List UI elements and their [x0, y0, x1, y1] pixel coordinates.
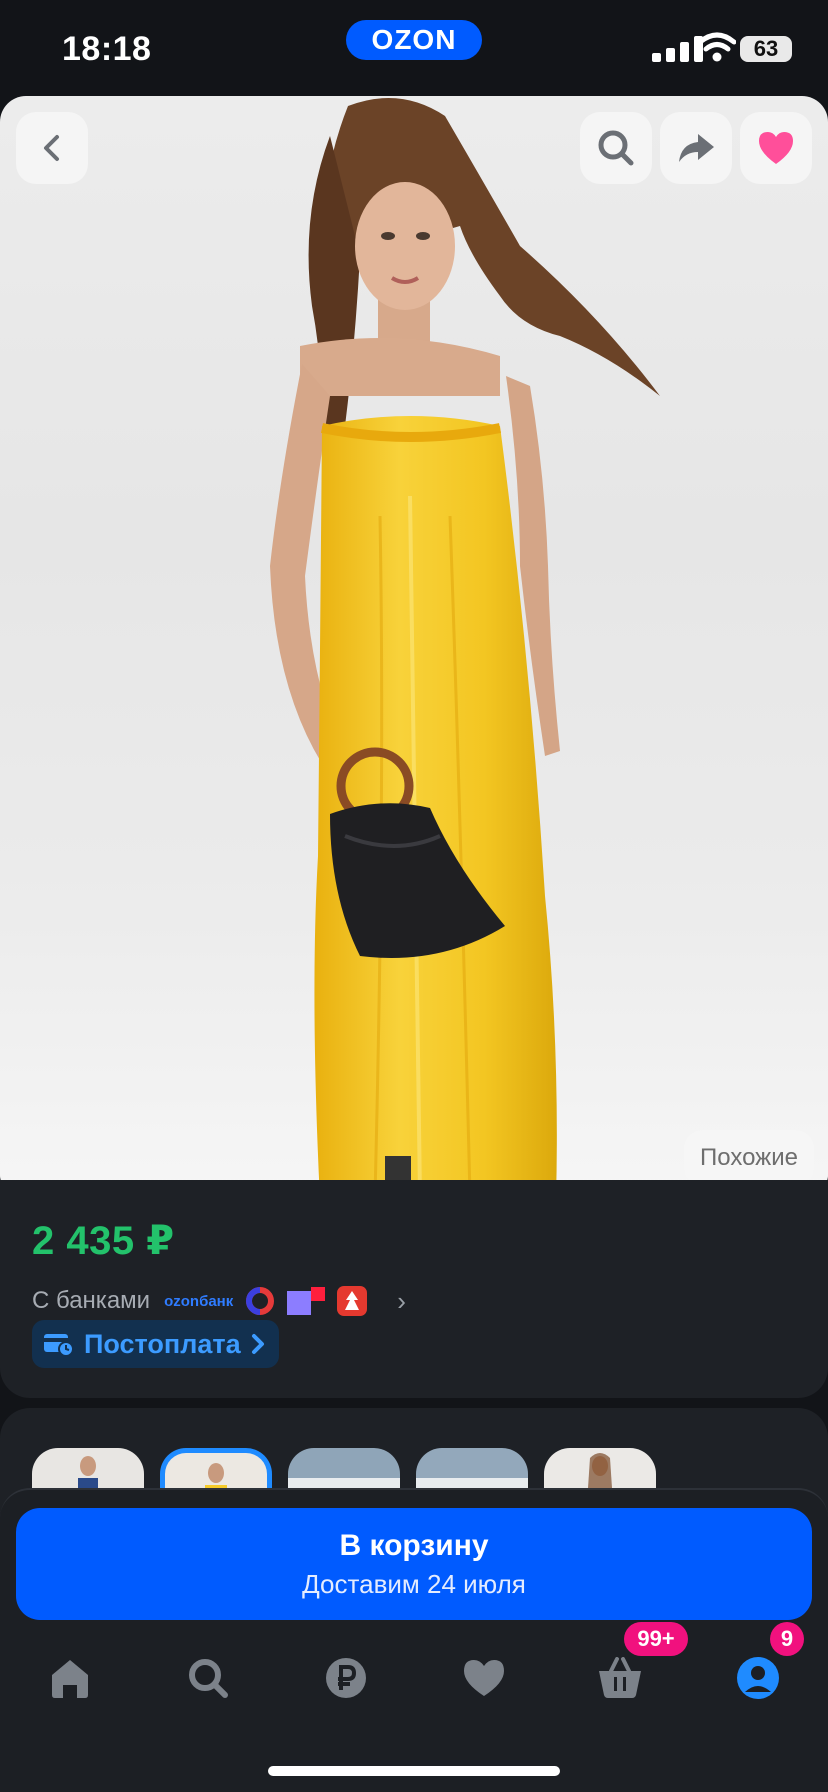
tab-profile[interactable]: 9: [708, 1622, 808, 1718]
price: 2 435 ₽: [32, 1219, 175, 1263]
postpay-label: Постоплата: [84, 1328, 241, 1359]
add-to-cart-button[interactable]: В корзину Доставим 24 июля: [16, 1508, 812, 1620]
heart-icon: [464, 1660, 504, 1696]
back-button[interactable]: [16, 112, 88, 184]
status-time: 18:18: [62, 30, 152, 68]
battery-icon: 63: [740, 36, 792, 62]
status-bar: 18:18 OZON 63: [0, 0, 828, 96]
basket-icon: [599, 1657, 641, 1698]
ozon-logo: OZON: [346, 20, 482, 60]
profile-badge: 9: [770, 1622, 804, 1656]
postpay-button[interactable]: Постоплата: [32, 1320, 279, 1368]
back-icon: [44, 135, 59, 161]
ozon-bank-logo: ozon банк: [164, 1294, 233, 1309]
bottom-panel: В корзину Доставим 24 июля 99+ 9: [0, 1488, 828, 1792]
tab-finance[interactable]: [296, 1638, 396, 1718]
bank-offers-row[interactable]: С банками ozon банк ›: [32, 1284, 406, 1318]
tab-favorites[interactable]: [434, 1638, 534, 1718]
search-icon: [189, 1659, 228, 1698]
product-photo[interactable]: Похожие: [0, 96, 828, 1200]
tab-cart[interactable]: 99+: [570, 1622, 688, 1718]
home-indicator: [268, 1766, 560, 1776]
card-clock-icon: [44, 1334, 74, 1357]
tab-home[interactable]: [20, 1638, 120, 1718]
price-card: 2 435 ₽ С банками ozon банк › Постоплата: [0, 1180, 828, 1398]
wifi-icon: [698, 32, 736, 62]
screen: 18:18 OZON 63 Похожие 2 435 ₽ С банками …: [0, 0, 828, 1792]
favorite-button[interactable]: [740, 112, 812, 184]
cart-badge: 99+: [624, 1622, 688, 1656]
ruble-icon: [326, 1658, 366, 1698]
tab-bar: 99+ 9: [0, 1622, 828, 1738]
cart-title: В корзину: [339, 1528, 489, 1562]
chevron-right-icon: ›: [397, 1285, 406, 1316]
share-icon: [679, 134, 714, 162]
bank-flag-logo: [287, 1287, 326, 1315]
home-icon: [52, 1660, 88, 1698]
banks-label: С банками: [32, 1287, 151, 1314]
search-button[interactable]: [580, 112, 652, 184]
bank-ring-logo: [245, 1286, 275, 1316]
delivery-date: Доставим 24 июля: [302, 1568, 526, 1599]
tab-search[interactable]: [158, 1638, 258, 1718]
similar-button[interactable]: Похожие: [684, 1130, 814, 1186]
profile-icon: [737, 1657, 779, 1699]
ozon-bank-line2: банк: [199, 1292, 234, 1310]
ozon-bank-line1: ozon: [164, 1292, 200, 1310]
share-button[interactable]: [660, 112, 732, 184]
bank-red-logo: [337, 1286, 368, 1316]
chevron-right-icon: [251, 1334, 264, 1354]
search-icon: [598, 130, 634, 166]
product-image: [0, 98, 828, 1200]
heart-icon: [759, 132, 793, 164]
